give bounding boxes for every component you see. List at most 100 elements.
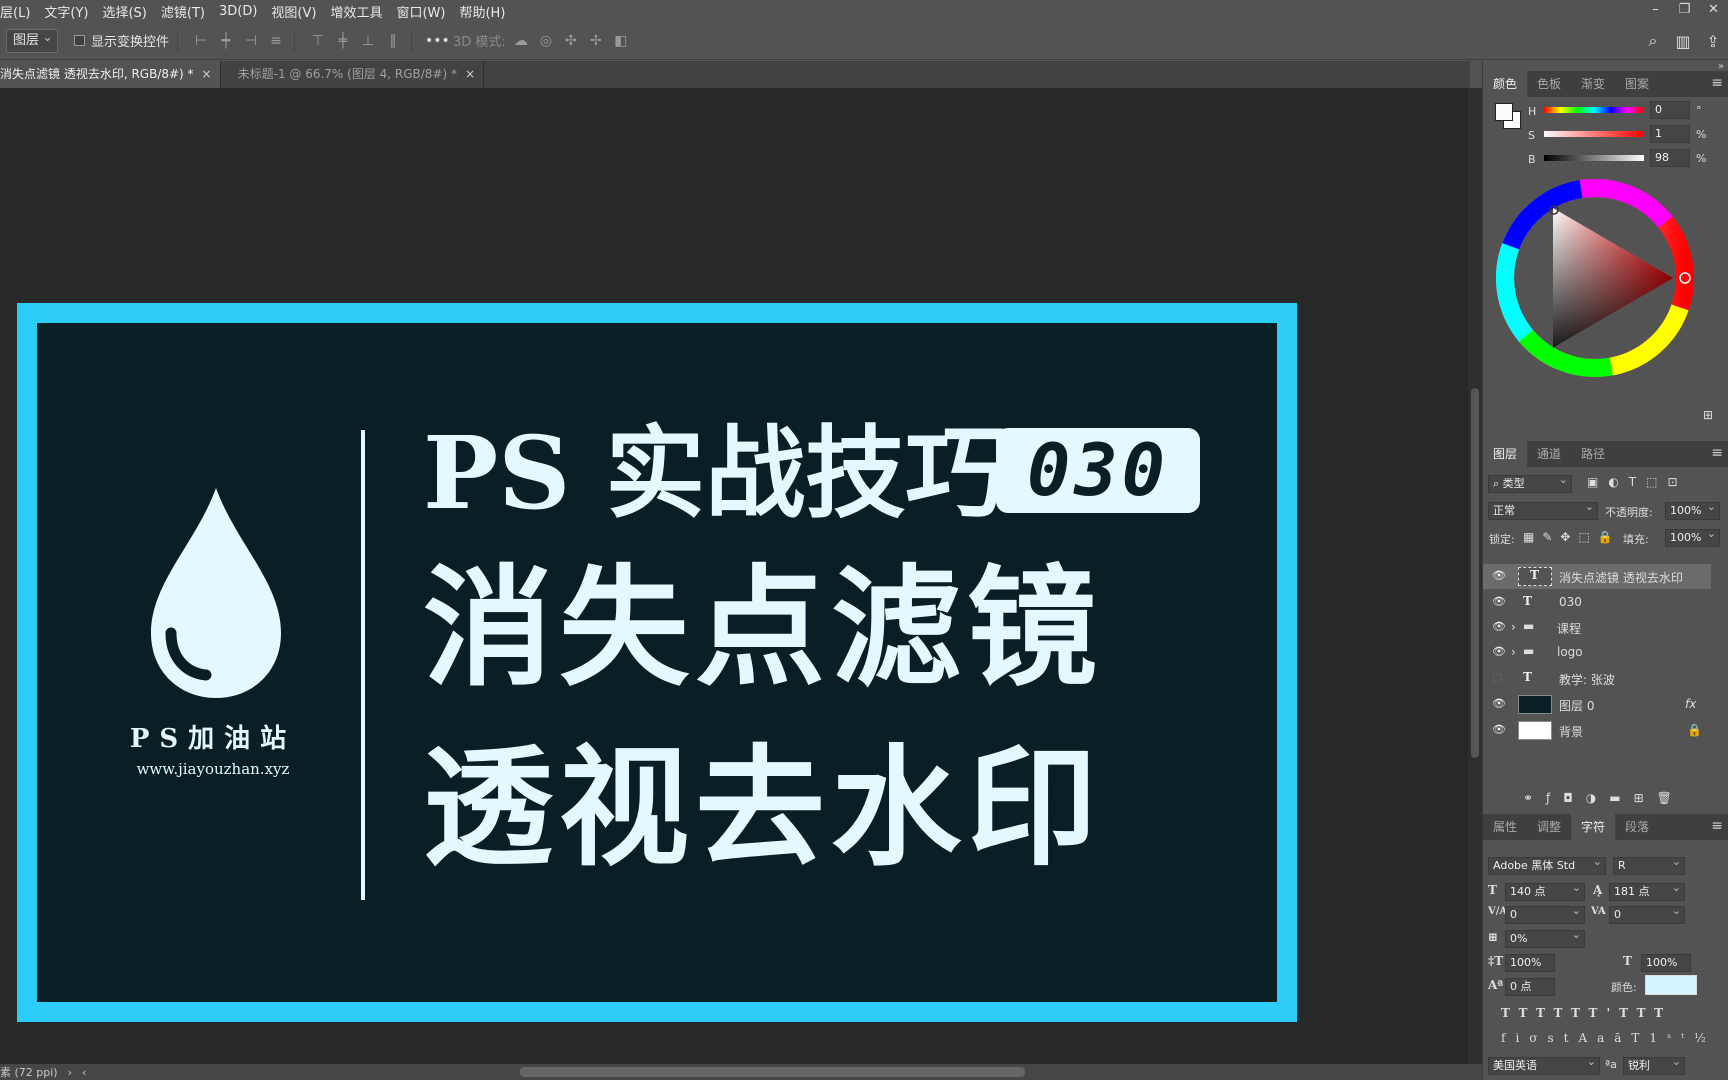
opentype-buttons-icons[interactable]: fiσstAaāT1ˢᵗ½ (1501, 1031, 1716, 1045)
align-top-icon[interactable]: ⊤ (308, 31, 328, 51)
hue-input[interactable]: 0 (1650, 101, 1690, 119)
more-options-icon[interactable]: ••• (425, 31, 450, 51)
align-left-icon[interactable]: ⊢ (191, 31, 211, 51)
visibility-eye-icon[interactable]: 👁 (1492, 620, 1506, 633)
tab-paragraph[interactable]: 段落 (1615, 814, 1659, 840)
close-tab-icon[interactable]: × (202, 67, 212, 81)
menu-layer[interactable]: 层(L) (0, 2, 37, 21)
menu-select[interactable]: 选择(S) (95, 2, 153, 21)
search-icon[interactable]: ⌕ (1638, 31, 1668, 51)
tab-character[interactable]: 字符 (1571, 814, 1616, 840)
scroll-left-icon[interactable]: ‹ (82, 1066, 86, 1079)
show-transform-checkbox[interactable] (74, 35, 85, 46)
distribute-v-icon[interactable]: ‖ (383, 31, 403, 51)
layer-actions-icons[interactable]: ⚭ƒ◘◑▬⊞🗑 (1523, 791, 1685, 805)
tab-adjustments[interactable]: 调整 (1527, 814, 1571, 840)
tab-document-2[interactable]: 未标题-1 @ 66.7% (图层 4, RGB/8#) * × (221, 61, 485, 88)
vertical-scrollbar[interactable] (1468, 88, 1482, 1064)
font-style-dropdown[interactable]: R (1613, 857, 1685, 875)
share-icon[interactable]: ⇪ (1698, 32, 1728, 51)
visibility-eye-icon[interactable]: 👁 (1492, 645, 1506, 658)
visibility-off-icon[interactable]: ▢ (1492, 671, 1502, 684)
layer-row[interactable]: 👁 背景 🔒 (1483, 718, 1711, 743)
blend-mode-dropdown[interactable]: 正常 (1488, 502, 1598, 520)
menu-plugins[interactable]: 增效工具 (323, 2, 389, 21)
menu-3d[interactable]: 3D(D) (212, 4, 264, 19)
expand-chevron-icon[interactable]: › (1511, 645, 1516, 659)
tracking-input[interactable]: 0 (1609, 906, 1685, 924)
status-arrow-icon[interactable]: › (68, 1066, 72, 1079)
minimize-icon[interactable]: – (1641, 0, 1670, 22)
lock-icons[interactable]: ▦✎✥⬚🔒 (1523, 530, 1621, 544)
tab-properties[interactable]: 属性 (1483, 814, 1527, 840)
close-tab-icon[interactable]: × (465, 67, 475, 81)
layer-filter-dropdown[interactable]: ⌕ 类型 (1488, 475, 1572, 493)
tab-color[interactable]: 颜色 (1483, 71, 1528, 97)
kerning-input[interactable]: 0 (1505, 906, 1585, 924)
tab-paths[interactable]: 路径 (1571, 441, 1615, 467)
add-swatch-icon[interactable]: ⊞ (1703, 408, 1713, 422)
visibility-eye-icon[interactable]: 👁 (1492, 595, 1506, 608)
visibility-eye-icon[interactable]: 👁 (1492, 697, 1506, 710)
fx-badge[interactable]: fx (1685, 697, 1696, 711)
vertical-scale-input[interactable]: 100% (1505, 954, 1555, 972)
3d-slide-icon[interactable]: ✢ (586, 31, 606, 51)
panel-menu-icon[interactable]: ≡ (1711, 818, 1723, 834)
foreground-color-swatch[interactable] (1495, 103, 1513, 121)
align-center-h-icon[interactable]: ┿ (216, 31, 236, 51)
hue-slider[interactable] (1544, 107, 1644, 113)
horizontal-scroll-thumb[interactable] (520, 1067, 1025, 1077)
tab-swatches[interactable]: 色板 (1527, 71, 1571, 97)
3d-pan-icon[interactable]: ✣ (561, 31, 581, 51)
menu-filter[interactable]: 滤镜(T) (154, 2, 212, 21)
panel-menu-icon[interactable]: ≡ (1711, 445, 1723, 461)
brightness-input[interactable]: 98 (1650, 149, 1690, 167)
menu-view[interactable]: 视图(V) (264, 2, 323, 21)
lock-icon[interactable]: 🔒 (1687, 723, 1702, 737)
fill-input[interactable]: 100% (1665, 529, 1720, 547)
brightness-slider[interactable] (1544, 155, 1644, 161)
layer-row[interactable]: ▢ T 教学: 张波 (1483, 666, 1711, 691)
menu-window[interactable]: 窗口(W) (389, 2, 452, 21)
layer-row[interactable]: 👁 T 030 (1483, 590, 1711, 615)
auto-select-dropdown[interactable]: 图层 (6, 27, 58, 53)
expand-chevron-icon[interactable]: › (1511, 620, 1516, 634)
layer-row[interactable]: 👁 › ▬ logo (1483, 640, 1711, 665)
tab-layers[interactable]: 图层 (1483, 441, 1528, 467)
horizontal-scale-input[interactable]: 100% (1641, 954, 1691, 972)
align-bottom-icon[interactable]: ⊥ (358, 31, 378, 51)
layer-row[interactable]: 👁 › ▬ 课程 (1483, 615, 1711, 640)
font-family-dropdown[interactable]: Adobe 黑体 Std (1488, 857, 1606, 875)
proportional-spacing-input[interactable]: 0% (1505, 930, 1585, 948)
saturation-input[interactable]: 1 (1650, 125, 1690, 143)
3d-scale-icon[interactable]: ◧ (611, 31, 631, 51)
antialias-dropdown[interactable]: 锐利 (1623, 1057, 1685, 1075)
leading-input[interactable]: 181 点 (1609, 883, 1685, 901)
artboard-frame[interactable]: PS加油站 www.jiayouzhan.xyz PS 实战技巧 030 消失点… (17, 303, 1297, 1022)
panel-menu-icon[interactable]: ≡ (1711, 75, 1723, 91)
language-dropdown[interactable]: 美国英语 (1488, 1057, 1600, 1075)
menu-help[interactable]: 帮助(H) (452, 2, 512, 21)
tab-channels[interactable]: 通道 (1527, 441, 1571, 467)
3d-orbit-icon[interactable]: ☁ (511, 31, 531, 51)
layer-row[interactable]: 👁 T 消失点滤镜 透视去水印 (1483, 564, 1711, 589)
opacity-input[interactable]: 100% (1665, 502, 1720, 520)
distribute-h-icon[interactable]: ≡ (266, 31, 286, 51)
canvas-workspace[interactable]: PS加油站 www.jiayouzhan.xyz PS 实战技巧 030 消失点… (0, 88, 1468, 1064)
color-wheel-triangle[interactable] (1495, 178, 1705, 378)
text-style-buttons-icons[interactable]: TTTTTT'TTT (1501, 1006, 1672, 1020)
font-size-input[interactable]: 140 点 (1505, 883, 1585, 901)
3d-roll-icon[interactable]: ◎ (536, 31, 556, 51)
tab-patterns[interactable]: 图案 (1615, 71, 1659, 97)
align-right-icon[interactable]: ⊣ (241, 31, 261, 51)
visibility-eye-icon[interactable]: 👁 (1492, 723, 1506, 736)
saturation-slider[interactable] (1544, 131, 1644, 137)
layer-filter-icons[interactable]: ▣◐T⬚⊡ (1587, 475, 1688, 489)
align-middle-v-icon[interactable]: ╪ (333, 31, 353, 51)
restore-icon[interactable]: ❐ (1670, 0, 1699, 22)
workspace-icon[interactable]: ▥ (1668, 32, 1698, 51)
visibility-eye-icon[interactable]: 👁 (1492, 569, 1506, 582)
baseline-shift-input[interactable]: 0 点 (1505, 978, 1555, 996)
text-color-swatch[interactable] (1645, 975, 1697, 995)
tab-document-1[interactable]: 消失点滤镜 透视去水印, RGB/8#) * × (0, 61, 221, 88)
